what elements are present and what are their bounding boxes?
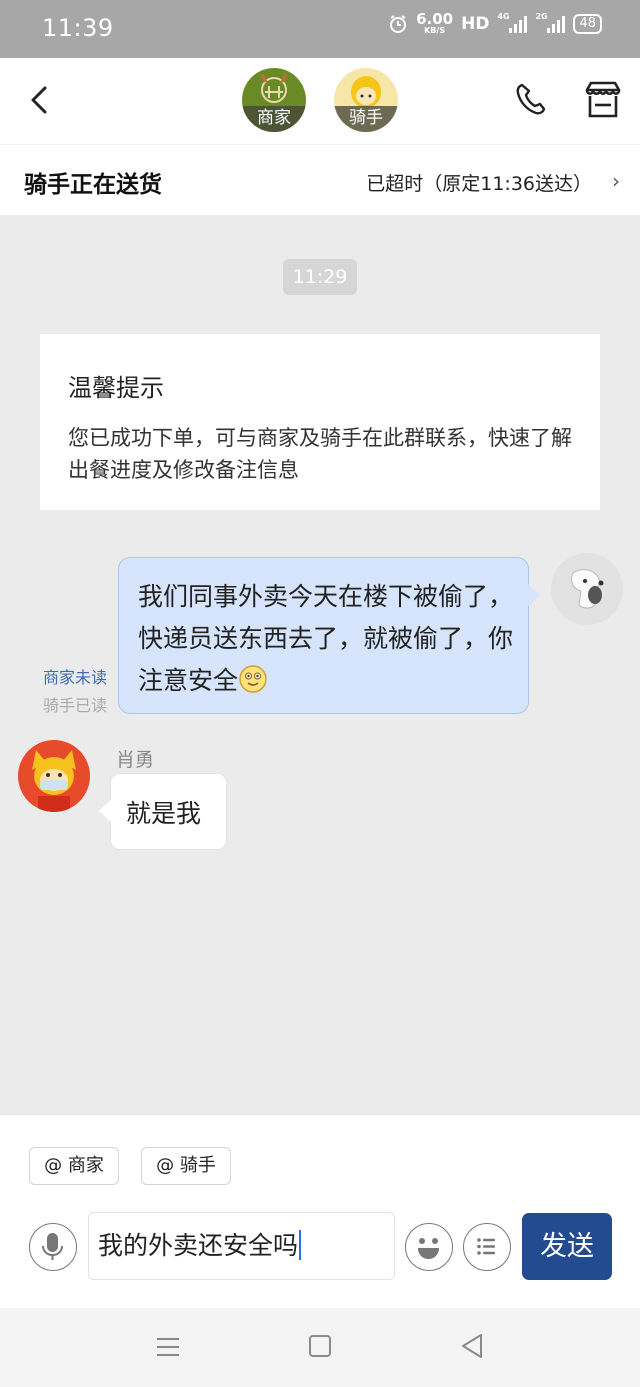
rider-avatar-label: 骑手: [334, 106, 398, 132]
rider-cartoon-icon: [32, 750, 76, 812]
back-icon[interactable]: [22, 82, 58, 118]
rider-message-bubble[interactable]: 就是我: [99, 773, 227, 850]
emoji-icon: [418, 1238, 439, 1259]
delivery-title: 骑手正在送货: [24, 172, 162, 198]
tips-title: 温馨提示: [68, 374, 164, 402]
send-button[interactable]: 发送: [522, 1213, 612, 1280]
mention-rider-button[interactable]: @ 骑手: [141, 1147, 231, 1185]
sim1-label: 4G: [497, 11, 510, 21]
message-input-text: 我的外卖还安全吗: [98, 1231, 299, 1260]
signal-icon-sim2: 2G: [535, 11, 566, 33]
mention-merchant-button[interactable]: @ 商家: [29, 1147, 119, 1185]
more-options-button[interactable]: [463, 1223, 511, 1271]
emoji-button[interactable]: [405, 1223, 453, 1271]
recent-apps-icon[interactable]: [155, 1334, 181, 1360]
input-panel: @ 商家 @ 骑手 我的外卖还安全吗 发送: [0, 1114, 640, 1308]
rider-message-text: 就是我: [126, 799, 202, 828]
my-message-content: 我们同事外卖今天在楼下被偷了，快递员送东西去了，就被偷了，你注意安全: [138, 582, 514, 695]
smile-emoji-icon: [239, 665, 267, 693]
merchant-avatar[interactable]: 商家: [242, 68, 306, 132]
battery-icon: 48: [573, 13, 602, 34]
phone-icon[interactable]: [510, 80, 550, 120]
net-speed: 6.00 KB/S: [416, 12, 453, 35]
my-message-text: 我们同事外卖今天在楼下被偷了，快递员送东西去了，就被偷了，你注意安全: [138, 576, 518, 702]
read-status-rider: 骑手已读: [43, 696, 108, 715]
home-icon[interactable]: [309, 1335, 331, 1357]
status-icons: 6.00 KB/S HD 4G 2G 48: [388, 12, 602, 35]
delivery-eta: 已超时（原定11:36送达）: [366, 173, 592, 195]
delivery-status-bar[interactable]: 骑手正在送货 已超时（原定11:36送达） ›: [0, 144, 640, 215]
message-input[interactable]: 我的外卖还安全吗: [88, 1212, 395, 1280]
store-icon[interactable]: [582, 80, 624, 120]
net-speed-unit: KB/S: [424, 26, 446, 35]
nav-back-icon[interactable]: [460, 1333, 484, 1359]
my-message-bubble[interactable]: 我们同事外卖今天在楼下被偷了，快递员送东西去了，就被偷了，你注意安全: [118, 557, 540, 714]
tips-body: 您已成功下单，可与商家及骑手在此群联系，快速了解出餐进度及修改备注信息: [68, 426, 572, 482]
read-status-merchant: 商家未读: [43, 668, 108, 687]
alarm-icon: [390, 14, 407, 33]
system-nav-bar: [0, 1308, 640, 1387]
list-icon: [477, 1238, 495, 1255]
hd-badge: HD: [461, 13, 490, 34]
voice-input-button[interactable]: [29, 1223, 77, 1271]
status-time: 11:39: [42, 14, 114, 42]
net-speed-value: 6.00: [416, 10, 454, 28]
text-cursor: [299, 1230, 302, 1260]
status-bar: 11:39 6.00 KB/S HD 4G 2G 48: [0, 0, 640, 58]
sim2-label: 2G: [535, 11, 548, 21]
my-avatar[interactable]: [551, 553, 623, 625]
message-timestamp: 11:29: [283, 259, 357, 295]
chat-header: 商家 骑手: [0, 58, 640, 144]
merchant-avatar-label: 商家: [242, 106, 306, 132]
microphone-icon: [42, 1233, 63, 1260]
dog-avatar-icon: [570, 569, 604, 609]
signal-icon-sim1: 4G: [497, 11, 528, 33]
rider-message-avatar[interactable]: [18, 740, 90, 812]
chevron-right-icon: ›: [612, 169, 620, 193]
rider-name: 肖勇: [116, 749, 155, 771]
rider-avatar[interactable]: 骑手: [334, 68, 398, 132]
tips-card: 温馨提示 您已成功下单，可与商家及骑手在此群联系，快速了解出餐进度及修改备注信息: [40, 334, 600, 510]
